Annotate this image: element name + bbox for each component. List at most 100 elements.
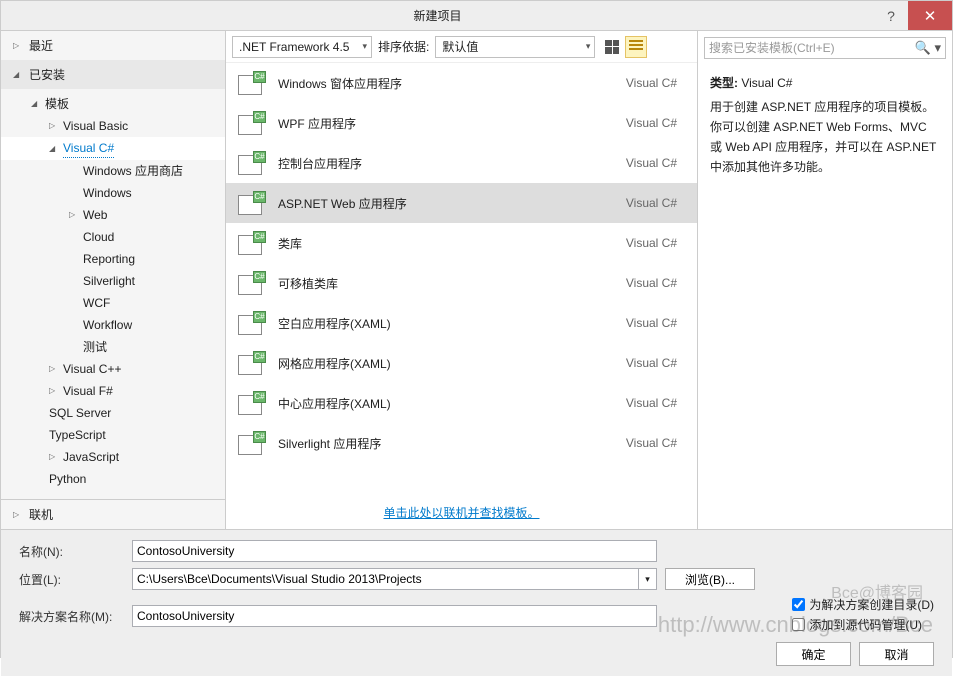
tree-vb[interactable]: ▷Visual Basic	[1, 115, 225, 137]
location-dropdown-arrow[interactable]: ▾	[639, 568, 657, 590]
sort-dropdown[interactable]: 默认值	[435, 36, 595, 58]
tree-csharp-child[interactable]: Silverlight	[1, 270, 225, 292]
template-list[interactable]: C# Windows 窗体应用程序 Visual C# C# WPF 应用程序 Visua…	[226, 63, 697, 496]
chevron-right-icon: ▷	[13, 510, 23, 519]
template-name: 可移植类库	[278, 275, 614, 292]
template-lang: Visual C#	[626, 116, 685, 130]
tree-csharp[interactable]: ◢Visual C#	[1, 137, 225, 160]
template-tree: ◢模板 ▷Visual Basic ◢Visual C# Windows 应用商…	[1, 89, 225, 499]
template-icon: C#	[238, 71, 266, 95]
template-icon: C#	[238, 351, 266, 375]
chevron-down-icon: ◢	[31, 95, 41, 113]
template-item[interactable]: C# WPF 应用程序 Visual C#	[226, 103, 697, 143]
create-dir-checkbox[interactable]	[792, 598, 805, 611]
left-nav-panel: ▷最近 ◢已安装 ◢模板 ▷Visual Basic ◢Visual C# Wi…	[1, 31, 226, 529]
bottom-form: 名称(N): 位置(L): ▾ 浏览(B)... 解决方案名称(M): 为解决方…	[1, 529, 952, 676]
list-view-button[interactable]	[625, 36, 647, 58]
online-search-link[interactable]: 单击此处以联机并查找模板。	[226, 496, 697, 529]
search-icon: 🔍 ▾	[915, 40, 941, 56]
location-input[interactable]	[132, 568, 639, 590]
chevron-right-icon: ▷	[49, 360, 59, 378]
nav-recent[interactable]: ▷最近	[1, 31, 225, 60]
tree-csharp-child[interactable]: Cloud	[1, 226, 225, 248]
template-icon: C#	[238, 391, 266, 415]
close-button[interactable]: ✕	[908, 1, 952, 30]
search-input[interactable]	[709, 41, 941, 55]
center-panel: .NET Framework 4.5 排序依据: 默认值 C# Windows 窗…	[226, 31, 697, 529]
chevron-right-icon: ▷	[69, 206, 79, 224]
help-button[interactable]: ?	[874, 1, 908, 30]
name-input[interactable]	[132, 540, 657, 562]
tree-cpp[interactable]: ▷Visual C++	[1, 358, 225, 380]
tree-csharp-child[interactable]: Windows	[1, 182, 225, 204]
template-icon: C#	[238, 191, 266, 215]
template-name: 类库	[278, 235, 614, 252]
location-label: 位置(L):	[19, 571, 124, 588]
title-bar: 新建项目 ? ✕	[1, 1, 952, 31]
nav-online[interactable]: ▷联机	[1, 499, 225, 529]
solution-input[interactable]	[132, 605, 657, 627]
template-icon: C#	[238, 111, 266, 135]
name-label: 名称(N):	[19, 543, 124, 560]
grid-icon	[605, 40, 619, 54]
tree-js[interactable]: ▷JavaScript	[1, 446, 225, 468]
tree-csharp-child[interactable]: Windows 应用商店	[1, 160, 225, 182]
template-lang: Visual C#	[626, 436, 685, 450]
tree-csharp-child[interactable]: 测试	[1, 336, 225, 358]
template-name: Windows 窗体应用程序	[278, 75, 614, 92]
browse-button[interactable]: 浏览(B)...	[665, 568, 755, 590]
template-name: 控制台应用程序	[278, 155, 614, 172]
template-item[interactable]: C# ASP.NET Web 应用程序 Visual C#	[226, 183, 697, 223]
ok-button[interactable]: 确定	[776, 642, 851, 666]
template-icon: C#	[238, 151, 266, 175]
template-lang: Visual C#	[626, 276, 685, 290]
template-item[interactable]: C# 空白应用程序(XAML) Visual C#	[226, 303, 697, 343]
nav-installed[interactable]: ◢已安装	[1, 60, 225, 89]
tree-fsharp[interactable]: ▷Visual F#	[1, 380, 225, 402]
template-name: 空白应用程序(XAML)	[278, 315, 614, 332]
search-box[interactable]: 🔍 ▾	[704, 37, 946, 59]
tree-templates[interactable]: ◢模板	[1, 93, 225, 115]
chevron-right-icon: ▷	[49, 448, 59, 466]
template-item[interactable]: C# 控制台应用程序 Visual C#	[226, 143, 697, 183]
template-lang: Visual C#	[626, 316, 685, 330]
tree-csharp-child[interactable]: WCF	[1, 292, 225, 314]
template-name: WPF 应用程序	[278, 115, 614, 132]
template-lang: Visual C#	[626, 396, 685, 410]
template-icon: C#	[238, 271, 266, 295]
template-item[interactable]: C#Windows 窗体应用程序Visual C#	[226, 63, 697, 103]
template-name: Silverlight 应用程序	[278, 435, 614, 452]
template-description: 用于创建 ASP.NET 应用程序的项目模板。你可以创建 ASP.NET Web…	[710, 97, 940, 177]
window-title: 新建项目	[1, 7, 874, 24]
template-icon: C#	[238, 311, 266, 335]
template-item[interactable]: C# Silverlight 应用程序 Visual C#	[226, 423, 697, 463]
chevron-down-icon: ◢	[13, 70, 23, 79]
chevron-right-icon: ▷	[49, 117, 59, 135]
template-info: 类型: Visual C# 用于创建 ASP.NET 应用程序的项目模板。你可以…	[698, 65, 952, 185]
template-icon: C#	[238, 431, 266, 455]
template-item[interactable]: C# 网格应用程序(XAML) Visual C#	[226, 343, 697, 383]
template-lang: Visual C#	[626, 196, 685, 210]
template-item[interactable]: C#类库Visual C#	[226, 223, 697, 263]
tree-csharp-child[interactable]: Workflow	[1, 314, 225, 336]
solution-label: 解决方案名称(M):	[19, 608, 124, 625]
tree-csharp-child[interactable]: ▷Web	[1, 204, 225, 226]
grid-view-button[interactable]	[601, 36, 623, 58]
sort-label: 排序依据:	[378, 38, 429, 55]
template-name: 中心应用程序(XAML)	[278, 395, 614, 412]
template-name: ASP.NET Web 应用程序	[278, 195, 614, 212]
tree-ts[interactable]: TypeScript	[1, 424, 225, 446]
cancel-button[interactable]: 取消	[859, 642, 934, 666]
framework-dropdown[interactable]: .NET Framework 4.5	[232, 36, 372, 58]
template-name: 网格应用程序(XAML)	[278, 355, 614, 372]
tree-sql[interactable]: SQL Server	[1, 402, 225, 424]
template-item[interactable]: C# 可移植类库 Visual C#	[226, 263, 697, 303]
add-scm-checkbox[interactable]	[792, 618, 805, 631]
list-icon	[629, 40, 643, 54]
template-lang: Visual C#	[626, 156, 685, 170]
template-lang: Visual C#	[626, 236, 685, 250]
tree-csharp-child[interactable]: Reporting	[1, 248, 225, 270]
tree-python[interactable]: Python	[1, 468, 225, 490]
template-item[interactable]: C# 中心应用程序(XAML) Visual C#	[226, 383, 697, 423]
template-lang: Visual C#	[626, 356, 685, 370]
